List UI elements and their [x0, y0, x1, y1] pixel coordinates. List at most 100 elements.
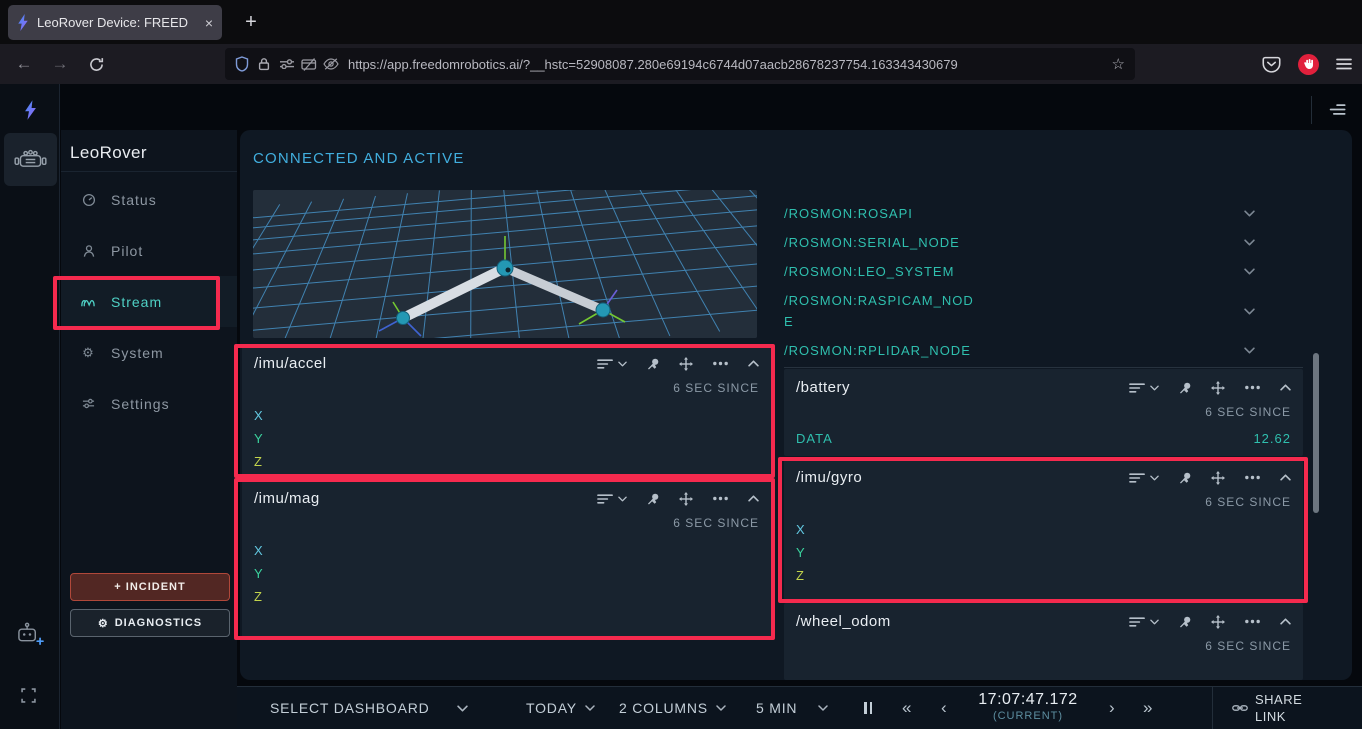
sidebar-item-pilot[interactable]: Pilot — [61, 225, 237, 276]
dashboard-controls-bar: SELECT DASHBOARD TODAY 2 COLUMNS 5 MIN «… — [237, 686, 1362, 729]
pin-icon[interactable] — [1178, 471, 1192, 485]
url-text[interactable]: https://app.freedomrobotics.ai/?__hstc=5… — [348, 57, 1103, 72]
permission-icons[interactable] — [279, 58, 339, 71]
time-window-label: 5 MIN — [756, 700, 797, 716]
new-tab-button[interactable]: + — [236, 8, 266, 36]
collapse-icon[interactable] — [1280, 618, 1291, 625]
sidebar-item-settings[interactable]: Settings — [61, 378, 237, 429]
move-icon[interactable] — [1211, 471, 1225, 485]
gears-icon: ⚙ — [98, 617, 109, 630]
filter-dropdown-icon[interactable] — [597, 493, 627, 505]
chevron-down-icon[interactable] — [1244, 308, 1255, 315]
share-label-line1: SHARE — [1255, 692, 1302, 707]
blocker-hand-icon[interactable] — [1298, 54, 1319, 75]
step-forward-button[interactable]: › — [1109, 687, 1115, 729]
forward-button[interactable]: → — [48, 52, 72, 76]
chevron-down-icon — [457, 705, 468, 712]
collapse-icon[interactable] — [1280, 474, 1291, 481]
3d-viewport[interactable] — [253, 190, 757, 338]
panel-title: /imu/accel — [254, 355, 597, 372]
time-window-dropdown[interactable]: 5 MIN — [756, 687, 828, 729]
list-item[interactable]: /ROSMON:RPLIDAR_NODE — [784, 336, 1303, 365]
axis-x-label: X — [254, 543, 759, 566]
list-item[interactable]: /ROSMON:ROSAPI — [784, 199, 1303, 228]
share-link-button[interactable]: SHARE LINK — [1232, 687, 1302, 729]
pause-button[interactable] — [864, 687, 872, 729]
more-options-icon[interactable] — [1244, 385, 1261, 390]
move-icon[interactable] — [1211, 615, 1225, 629]
pocket-icon[interactable] — [1262, 55, 1281, 74]
device-sidebar: LeoRover Status Pilot Stream ⚙ System Se… — [61, 130, 237, 729]
collapse-icon[interactable] — [748, 360, 759, 367]
collapse-icon[interactable] — [1280, 384, 1291, 391]
diagnostics-button[interactable]: ⚙ DIAGNOSTICS — [70, 609, 230, 637]
tracking-shield-icon[interactable] — [235, 56, 249, 72]
sidebar-item-system[interactable]: ⚙ System — [61, 327, 237, 378]
panel-title: /imu/gyro — [796, 469, 1129, 486]
sidebar-item-label: Stream — [111, 294, 162, 310]
url-bar[interactable]: https://app.freedomrobotics.ai/?__hstc=5… — [225, 48, 1135, 80]
battery-data-label: DATA — [796, 431, 833, 446]
3d-grid-scene — [253, 190, 757, 338]
move-icon[interactable] — [679, 492, 693, 506]
date-range-dropdown[interactable]: TODAY — [526, 687, 595, 729]
panel-battery: /battery 6 SEC SINCE DATA 12.62 — [784, 369, 1303, 456]
skip-forward-button[interactable]: » — [1143, 687, 1153, 729]
filter-dropdown-icon[interactable] — [1129, 472, 1159, 484]
share-label-line2: LINK — [1255, 709, 1286, 724]
more-options-icon[interactable] — [1244, 619, 1261, 624]
incident-button[interactable]: + INCIDENT — [70, 573, 230, 601]
select-dashboard-dropdown[interactable]: SELECT DASHBOARD — [270, 687, 468, 729]
lock-icon[interactable] — [258, 57, 270, 71]
columns-label: 2 COLUMNS — [619, 700, 708, 716]
move-icon[interactable] — [1211, 381, 1225, 395]
chevron-down-icon[interactable] — [1244, 268, 1255, 275]
device-rover-tile[interactable] — [4, 133, 57, 186]
select-dashboard-label: SELECT DASHBOARD — [270, 700, 430, 716]
tab-title: LeoRover Device: FREED — [37, 15, 197, 30]
columns-dropdown[interactable]: 2 COLUMNS — [619, 687, 726, 729]
fullscreen-button[interactable] — [21, 688, 36, 703]
blocked-card-icon — [301, 58, 317, 71]
panel-title: /wheel_odom — [796, 613, 1129, 630]
filter-dropdown-icon[interactable] — [1129, 382, 1159, 394]
chevron-down-icon — [716, 705, 726, 711]
list-item[interactable]: /ROSMON:LEO_SYSTEM — [784, 257, 1303, 286]
collapse-icon[interactable] — [748, 495, 759, 502]
rosmon-node-label: /ROSMON:RASPICAM_NODE — [784, 290, 983, 332]
skip-back-button[interactable]: « — [902, 687, 912, 729]
chevron-down-icon[interactable] — [1244, 239, 1255, 246]
pin-icon[interactable] — [646, 357, 660, 371]
move-icon[interactable] — [679, 357, 693, 371]
menu-hamburger-icon[interactable] — [1336, 58, 1352, 70]
list-item[interactable]: /ROSMON:SERIAL_NODE — [784, 228, 1303, 257]
chevron-down-icon[interactable] — [1244, 210, 1255, 217]
reload-button[interactable] — [84, 52, 108, 76]
more-options-icon[interactable] — [1244, 475, 1261, 480]
scrollbar-thumb[interactable] — [1313, 353, 1319, 513]
sidebar-item-label: Pilot — [111, 243, 143, 259]
more-options-icon[interactable] — [712, 496, 729, 501]
sidebar-item-status[interactable]: Status — [61, 174, 237, 225]
browser-tab[interactable]: LeoRover Device: FREED × — [8, 5, 222, 40]
filter-dropdown-icon[interactable] — [1129, 616, 1159, 628]
step-back-button[interactable]: ‹ — [941, 687, 947, 729]
brand-bolt-icon[interactable] — [24, 100, 37, 120]
chevron-down-icon[interactable] — [1244, 347, 1255, 354]
battery-data-value: 12.62 — [1253, 431, 1291, 446]
back-button[interactable]: ← — [12, 52, 36, 76]
list-item[interactable]: /ROSMON:RASPICAM_NODE — [784, 286, 1303, 336]
browser-tab-bar: LeoRover Device: FREED × + — [0, 0, 1362, 44]
sidebar-item-stream[interactable]: Stream — [61, 276, 237, 327]
bar-divider — [1212, 687, 1213, 729]
notifications-menu-icon[interactable] — [1326, 103, 1346, 116]
add-device-button[interactable] — [15, 621, 44, 646]
tab-close-icon[interactable]: × — [205, 16, 213, 30]
rosmon-node-label: /ROSMON:ROSAPI — [784, 203, 983, 224]
pin-icon[interactable] — [1178, 615, 1192, 629]
pin-icon[interactable] — [1178, 381, 1192, 395]
pin-icon[interactable] — [646, 492, 660, 506]
bookmark-star-icon[interactable]: ☆ — [1112, 55, 1125, 73]
filter-dropdown-icon[interactable] — [597, 358, 627, 370]
more-options-icon[interactable] — [712, 361, 729, 366]
